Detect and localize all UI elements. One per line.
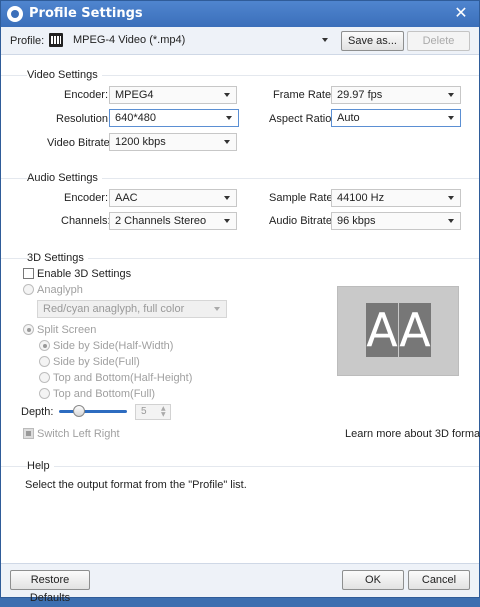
switch-left-right-checkbox[interactable] <box>23 428 34 439</box>
channels-label: Channels: <box>61 215 111 227</box>
enable-3d-checkbox[interactable] <box>23 268 34 279</box>
channels-select[interactable]: 2 Channels Stereo <box>109 212 237 230</box>
aspect-ratio-label: Aspect Ratio: <box>269 113 335 125</box>
aspect-ratio-value: Auto <box>337 112 360 124</box>
chevron-down-icon <box>224 219 230 223</box>
video-bitrate-select[interactable]: 1200 kbps <box>109 133 237 151</box>
audio-encoder-select[interactable]: AAC <box>109 189 237 207</box>
chevron-down-icon <box>448 93 454 97</box>
chevron-down-icon <box>224 196 230 200</box>
sample-rate-label: Sample Rate: <box>269 192 336 204</box>
video-encoder-value: MPEG4 <box>115 89 154 101</box>
top-bottom-half-label: Top and Bottom(Half-Height) <box>53 372 193 384</box>
anaglyph-select[interactable]: Red/cyan anaglyph, full color <box>37 300 227 318</box>
profile-value: MPEG-4 Video (*.mp4) <box>73 34 186 46</box>
audio-bitrate-label: Audio Bitrate: <box>269 215 336 227</box>
video-bitrate-label: Video Bitrate: <box>47 137 113 149</box>
side-by-side-half-label: Side by Side(Half-Width) <box>53 340 174 352</box>
help-title: Help <box>27 460 54 472</box>
depth-slider-track[interactable] <box>59 410 127 413</box>
split-screen-radio[interactable] <box>23 324 34 335</box>
side-by-side-half-radio[interactable] <box>39 340 50 351</box>
help-text: Select the output format from the "Profi… <box>25 479 247 491</box>
anaglyph-radio[interactable] <box>23 284 34 295</box>
depth-label: Depth: <box>21 406 54 418</box>
frame-rate-value: 29.97 fps <box>337 89 383 101</box>
resolution-select[interactable]: 640*480 <box>109 109 239 127</box>
delete-button[interactable]: Delete <box>407 31 470 51</box>
audio-settings-title: Audio Settings <box>27 172 102 184</box>
save-as-button[interactable]: Save as... <box>341 31 404 51</box>
video-bitrate-value: 1200 kbps <box>115 136 166 148</box>
chevron-down-icon <box>226 116 232 120</box>
chevron-down-icon <box>448 196 454 200</box>
top-bottom-half-radio[interactable] <box>39 372 50 383</box>
video-file-icon <box>49 33 63 47</box>
side-by-side-full-radio[interactable] <box>39 356 50 367</box>
chevron-down-icon <box>224 93 230 97</box>
close-icon[interactable]: ✕ <box>453 5 469 21</box>
frame-rate-label: Frame Rate: <box>273 89 335 101</box>
audio-encoder-value: AAC <box>115 192 138 204</box>
video-encoder-label: Encoder: <box>64 89 109 101</box>
frame-rate-select[interactable]: 29.97 fps <box>331 86 461 104</box>
ok-button[interactable]: OK <box>342 570 404 590</box>
sample-rate-value: 44100 Hz <box>337 192 385 204</box>
app-logo-icon <box>7 6 23 22</box>
resolution-value: 640*480 <box>115 112 156 124</box>
top-bottom-full-radio[interactable] <box>39 388 50 399</box>
preview-letter-right: A <box>399 303 431 357</box>
preview-letter-left: A <box>366 303 398 357</box>
top-bottom-full-label: Top and Bottom(Full) <box>53 388 156 400</box>
sample-rate-select[interactable]: 44100 Hz <box>331 189 461 207</box>
chevron-down-icon <box>224 140 230 144</box>
switch-left-right-label: Switch Left Right <box>37 428 120 440</box>
audio-encoder-label: Encoder: <box>64 192 109 204</box>
profile-label: Profile: <box>10 35 45 47</box>
title-bar: Profile Settings ✕ <box>1 1 479 27</box>
chevron-down-icon <box>322 38 328 42</box>
chevron-down-icon <box>214 307 220 311</box>
cancel-button[interactable]: Cancel <box>408 570 470 590</box>
3d-settings-title: 3D Settings <box>27 252 88 264</box>
profile-select[interactable]: MPEG-4 Video (*.mp4) <box>67 31 335 49</box>
split-screen-label: Split Screen <box>37 324 97 336</box>
window-title: Profile Settings <box>29 6 143 21</box>
learn-more-3d-link[interactable]: Learn more about 3D format <box>345 428 480 440</box>
side-by-side-full-label: Side by Side(Full) <box>53 356 140 368</box>
resolution-label: Resolution: <box>56 113 112 125</box>
profile-settings-dialog: Profile Settings ✕ Profile: MPEG-4 Video… <box>0 0 480 604</box>
anaglyph-label: Anaglyph <box>37 284 83 296</box>
3d-preview: A A <box>337 286 459 376</box>
audio-bitrate-select[interactable]: 96 kbps <box>331 212 461 230</box>
chevron-down-icon <box>448 116 454 120</box>
channels-value: 2 Channels Stereo <box>115 215 207 227</box>
restore-defaults-button[interactable]: Restore Defaults <box>10 570 90 604</box>
anaglyph-value: Red/cyan anaglyph, full color <box>43 303 185 315</box>
aspect-ratio-select[interactable]: Auto <box>331 109 461 127</box>
spin-arrows-icon[interactable]: ▲ ▼ <box>161 406 168 418</box>
video-encoder-select[interactable]: MPEG4 <box>109 86 237 104</box>
depth-slider-handle[interactable] <box>73 405 85 417</box>
help-divider <box>1 466 479 467</box>
depth-spinbox[interactable]: 5 ▲ ▼ <box>135 404 171 420</box>
video-settings-title: Video Settings <box>27 69 102 81</box>
enable-3d-label: Enable 3D Settings <box>37 268 132 280</box>
audio-bitrate-value: 96 kbps <box>337 215 376 227</box>
chevron-down-icon <box>448 219 454 223</box>
depth-value: 5 <box>141 406 147 417</box>
